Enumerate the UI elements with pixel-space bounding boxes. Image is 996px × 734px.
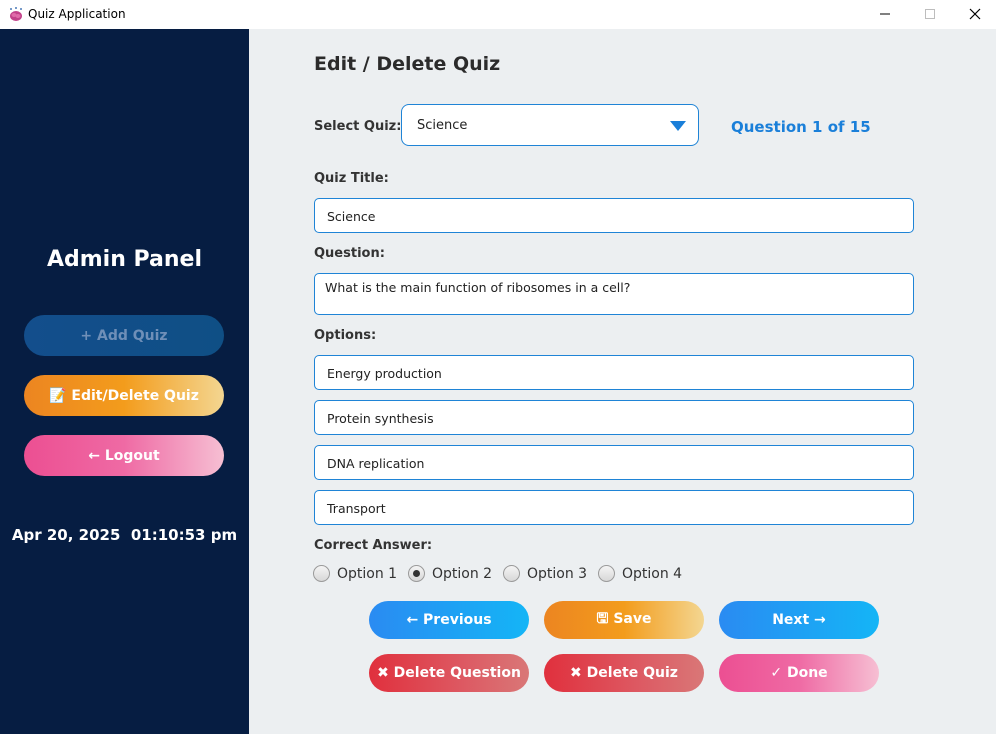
option-1-value: Energy production xyxy=(327,366,442,381)
close-button[interactable] xyxy=(952,0,996,29)
radio-option-3[interactable]: Option 3 xyxy=(503,565,587,582)
main-panel: Edit / Delete Quiz Select Quiz: Science … xyxy=(249,29,996,734)
option-4-field[interactable]: Transport xyxy=(314,490,914,525)
question-label: Question: xyxy=(314,246,385,261)
option-1-field[interactable]: Energy production xyxy=(314,355,914,390)
maximize-icon xyxy=(925,9,935,19)
option-2-value: Protein synthesis xyxy=(327,411,434,426)
radio-button-checked-icon xyxy=(408,565,425,582)
logout-button[interactable]: ← Logout xyxy=(24,435,224,476)
minimize-button[interactable] xyxy=(862,0,908,29)
delete-quiz-button[interactable]: ✖ Delete Quiz xyxy=(544,654,704,692)
minimize-icon xyxy=(880,13,890,15)
quiz-select-value: Science xyxy=(417,118,468,133)
done-button[interactable]: ✓ Done xyxy=(719,654,879,692)
option-4-value: Transport xyxy=(327,501,386,516)
question-counter: Question 1 of 15 xyxy=(731,118,871,136)
close-icon xyxy=(969,8,981,20)
select-quiz-label: Select Quiz: xyxy=(314,119,402,134)
maximize-button[interactable] xyxy=(907,0,953,29)
datetime-display: Apr 20, 2025 01:10:53 pm xyxy=(11,526,238,544)
radio-option-4-label: Option 4 xyxy=(622,565,683,582)
page-title: Edit / Delete Quiz xyxy=(314,53,501,75)
dropdown-arrow-icon xyxy=(670,121,686,131)
question-field[interactable]: What is the main function of ribosomes i… xyxy=(314,273,914,315)
quiz-select-dropdown[interactable]: Science xyxy=(401,104,699,146)
radio-option-2[interactable]: Option 2 xyxy=(408,565,492,582)
radio-button-icon xyxy=(503,565,520,582)
quiz-title-label: Quiz Title: xyxy=(314,171,389,186)
next-button[interactable]: Next → xyxy=(719,601,879,639)
radio-button-icon xyxy=(598,565,615,582)
radio-option-2-label: Option 2 xyxy=(432,565,493,582)
radio-option-1-label: Option 1 xyxy=(337,565,398,582)
edit-delete-quiz-button[interactable]: 📝 Edit/Delete Quiz xyxy=(24,375,224,416)
radio-button-icon xyxy=(313,565,330,582)
radio-option-4[interactable]: Option 4 xyxy=(598,565,682,582)
admin-panel-heading: Admin Panel xyxy=(46,247,203,272)
quiz-title-field[interactable]: Science xyxy=(314,198,914,233)
window-titlebar: Quiz Application xyxy=(0,0,996,29)
question-value: What is the main function of ribosomes i… xyxy=(325,280,631,295)
brain-icon xyxy=(10,7,22,21)
save-button[interactable]: 🖫 Save xyxy=(544,601,704,639)
options-label: Options: xyxy=(314,328,377,343)
radio-option-1[interactable]: Option 1 xyxy=(313,565,397,582)
quiz-title-value: Science xyxy=(327,209,376,224)
delete-question-button[interactable]: ✖ Delete Question xyxy=(369,654,529,692)
option-3-field[interactable]: DNA replication xyxy=(314,445,914,480)
window-title: Quiz Application xyxy=(28,7,126,21)
sidebar: Admin Panel + Add Quiz 📝 Edit/Delete Qui… xyxy=(0,29,249,734)
option-2-field[interactable]: Protein synthesis xyxy=(314,400,914,435)
option-3-value: DNA replication xyxy=(327,456,425,471)
add-quiz-button[interactable]: + Add Quiz xyxy=(24,315,224,356)
radio-option-3-label: Option 3 xyxy=(527,565,588,582)
previous-button[interactable]: ← Previous xyxy=(369,601,529,639)
correct-answer-label: Correct Answer: xyxy=(314,538,433,553)
